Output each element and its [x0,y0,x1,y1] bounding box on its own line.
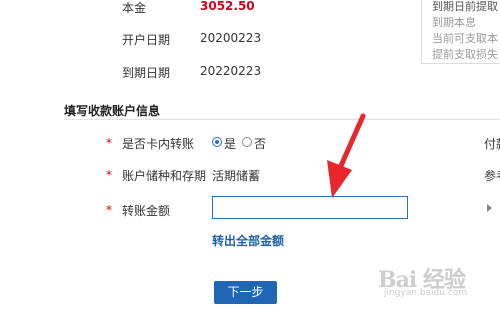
next-button[interactable]: 下一步 [214,281,277,304]
right-edge-text-2: 参考 [484,169,500,183]
notice-line: 到期日前提取 [432,0,498,13]
watermark-url: jingyan.baidu.com [384,288,468,298]
same-card-yes-label[interactable]: 是 [224,135,236,152]
same-card-yes-radio[interactable] [212,137,222,147]
open-date-value: 20200223 [200,31,262,45]
same-card-no-radio[interactable] [242,137,252,147]
notice-line: 提前支取损失 [432,48,498,61]
required-mark: * [106,168,112,182]
required-mark: * [106,203,112,217]
notice-line: 当前可支取本 [432,32,498,45]
open-date-label: 开户日期 [122,33,171,47]
deposit-type-label: 账户储种和存期 [122,169,207,183]
principal-label: 本金 [122,1,147,15]
section-title: 填写收款账户信息 [64,104,161,118]
amount-label: 转账金额 [122,204,171,218]
amount-input[interactable] [212,196,408,219]
notice-box: 到期日前提取 到期本息 当前可支取本 提前支取损失 [421,0,500,64]
required-mark: * [106,136,112,150]
same-card-no-label[interactable]: 否 [254,135,266,152]
same-card-label: 是否卡内转账 [122,137,195,151]
due-date-value: 20220223 [200,64,262,78]
caret-right-icon [487,204,492,212]
transfer-all-link[interactable]: 转出全部金额 [212,232,284,249]
right-edge-text-1: 付款 [484,137,500,151]
baidu-jingyan-watermark: Bai 经验 jingyan.baidu.com [378,258,496,310]
notice-line: 到期本息 [432,16,476,29]
due-date-label: 到期日期 [122,66,171,80]
principal-value: 3052.50 [200,0,255,13]
section-divider [64,119,500,120]
deposit-type-value: 活期储蓄 [212,169,261,183]
